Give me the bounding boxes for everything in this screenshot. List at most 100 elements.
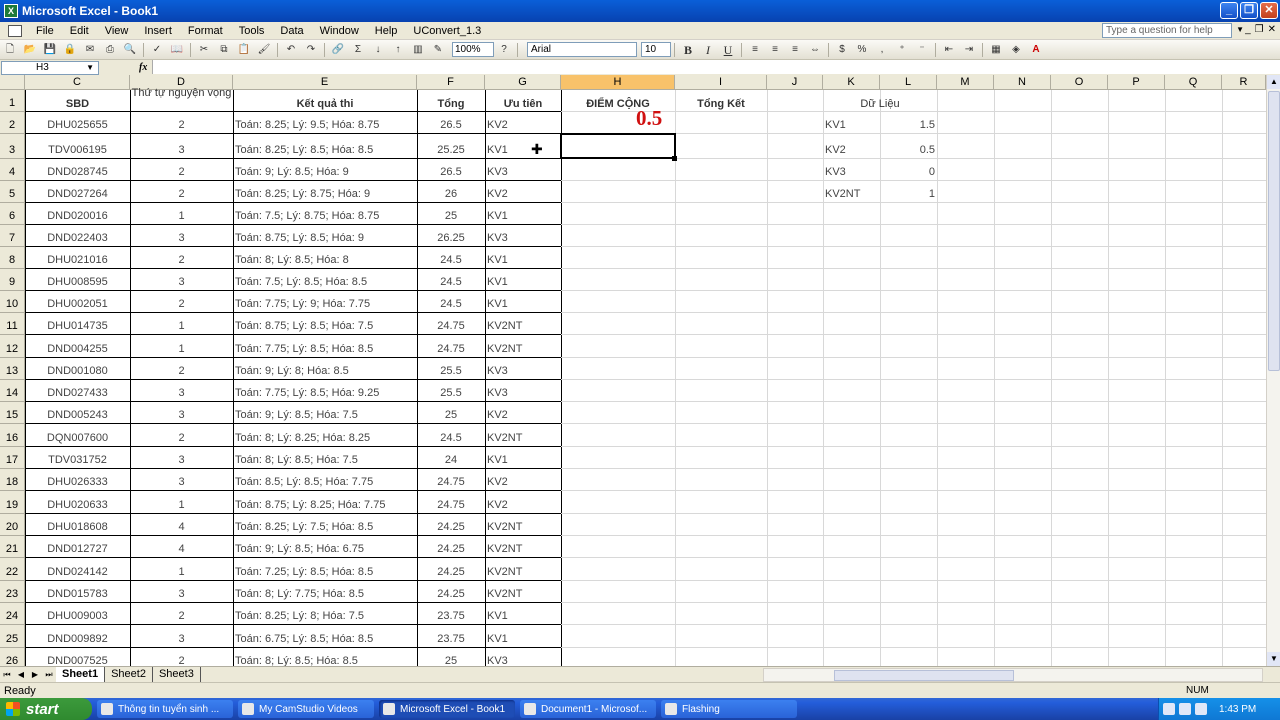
- format-painter-icon[interactable]: 🖌: [256, 43, 272, 57]
- lookup-value[interactable]: 1.5: [882, 119, 935, 133]
- lookup-value[interactable]: 1: [882, 188, 935, 202]
- cell-sbd[interactable]: DHU025655: [27, 119, 128, 133]
- zoom-select[interactable]: 100%: [452, 42, 494, 57]
- cell-sbd[interactable]: DHU020633: [27, 499, 128, 513]
- row-header[interactable]: 3: [0, 134, 25, 159]
- column-header-6[interactable]: I: [675, 75, 767, 90]
- row-header[interactable]: 20: [0, 514, 25, 536]
- cell-uu-tien[interactable]: KV2NT: [487, 343, 559, 357]
- font-color-icon[interactable]: A: [1028, 43, 1044, 57]
- column-header-4[interactable]: G: [485, 75, 561, 90]
- row-header[interactable]: 13: [0, 358, 25, 380]
- cell-uu-tien[interactable]: KV2NT: [487, 543, 559, 557]
- lookup-value[interactable]: 0: [882, 166, 935, 180]
- start-button[interactable]: start: [0, 698, 92, 720]
- align-center-icon[interactable]: ≡: [767, 43, 783, 57]
- cell-sbd[interactable]: DND005243: [27, 409, 128, 423]
- cell-tong[interactable]: 24.5: [419, 432, 483, 446]
- menu-file[interactable]: File: [28, 25, 62, 37]
- cell-sbd[interactable]: DHU008595: [27, 276, 128, 290]
- row-header[interactable]: 7: [0, 225, 25, 247]
- column-header-11[interactable]: N: [994, 75, 1051, 90]
- menu-edit[interactable]: Edit: [62, 25, 97, 37]
- increase-indent-icon[interactable]: ⇥: [961, 43, 977, 57]
- cell-uu-tien[interactable]: KV1: [487, 454, 559, 468]
- tab-sheet1[interactable]: Sheet1: [56, 667, 106, 682]
- header-tong-ket[interactable]: Tổng Kết: [675, 98, 767, 110]
- cell-uu-tien[interactable]: KV2: [487, 188, 559, 202]
- chevron-down-icon[interactable]: ▼: [86, 62, 94, 74]
- cell-thu-tu[interactable]: 1: [132, 566, 231, 580]
- cell-ket-qua[interactable]: Toán: 8.5; Lý: 8.5; Hóa: 7.75: [235, 476, 415, 490]
- cell-thu-tu[interactable]: 2: [132, 254, 231, 268]
- hyperlink-icon[interactable]: 🔗: [330, 43, 346, 57]
- column-header-14[interactable]: Q: [1165, 75, 1222, 90]
- cell-thu-tu[interactable]: 1: [132, 320, 231, 334]
- worksheet-grid[interactable]: C D E F G H I J K L M N O P Q R 1 2 3 4 5 6 7 8 9 10 11 12 13 14 15 16 1…: [0, 75, 1266, 666]
- cell-tong[interactable]: 24.25: [419, 521, 483, 535]
- cell-tong[interactable]: 24.5: [419, 276, 483, 290]
- save-icon[interactable]: 💾: [42, 43, 58, 57]
- align-right-icon[interactable]: ≡: [787, 43, 803, 57]
- sort-ascending-icon[interactable]: ↓: [370, 43, 386, 57]
- cell-sbd[interactable]: DHU014735: [27, 320, 128, 334]
- row-header[interactable]: 21: [0, 536, 25, 558]
- cell-ket-qua[interactable]: Toán: 7.75; Lý: 9; Hóa: 7.75: [235, 298, 415, 312]
- cell-sbd[interactable]: DND027264: [27, 188, 128, 202]
- cell-thu-tu[interactable]: 3: [132, 633, 231, 647]
- row-header[interactable]: 1: [0, 90, 25, 112]
- cell-uu-tien[interactable]: KV2NT: [487, 588, 559, 602]
- row-header[interactable]: 23: [0, 581, 25, 603]
- menu-insert[interactable]: Insert: [136, 25, 180, 37]
- cell-tong[interactable]: 25.25: [419, 144, 483, 158]
- cell-ket-qua[interactable]: Toán: 8; Lý: 8.5; Hóa: 8.5: [235, 655, 415, 666]
- cell-tong[interactable]: 26.25: [419, 232, 483, 246]
- menu-help[interactable]: Help: [367, 25, 406, 37]
- decrease-indent-icon[interactable]: ⇤: [941, 43, 957, 57]
- comma-icon[interactable]: ,: [874, 43, 890, 57]
- cell-sbd[interactable]: DND007525: [27, 655, 128, 666]
- row-header[interactable]: 15: [0, 402, 25, 424]
- cell-diem-cong-value[interactable]: 0.5: [636, 106, 662, 131]
- cell-uu-tien[interactable]: KV2NT: [487, 521, 559, 535]
- column-header-9[interactable]: L: [880, 75, 937, 90]
- cell-uu-tien[interactable]: KV1: [487, 144, 559, 158]
- undo-icon[interactable]: ↶: [283, 43, 299, 57]
- row-header[interactable]: 12: [0, 335, 25, 358]
- cell-tong[interactable]: 24.75: [419, 343, 483, 357]
- minimize-button[interactable]: _: [1220, 2, 1238, 19]
- column-header-0[interactable]: C: [25, 75, 130, 90]
- lookup-key[interactable]: KV3: [825, 166, 878, 180]
- fill-color-icon[interactable]: ◈: [1008, 43, 1024, 57]
- cell-ket-qua[interactable]: Toán: 9; Lý: 8.5; Hóa: 7.5: [235, 409, 415, 423]
- next-sheet-icon[interactable]: ▶: [28, 670, 42, 679]
- cell-tong[interactable]: 24.5: [419, 254, 483, 268]
- lookup-key[interactable]: KV1: [825, 119, 878, 133]
- cell-tong[interactable]: 24.25: [419, 543, 483, 557]
- currency-icon[interactable]: $: [834, 43, 850, 57]
- cell-tong[interactable]: 25.5: [419, 387, 483, 401]
- taskbar-item-flashing[interactable]: Flashing: [661, 700, 797, 718]
- cell-ket-qua[interactable]: Toán: 8.25; Lý: 9.5; Hóa: 8.75: [235, 119, 415, 133]
- help-icon[interactable]: ?: [496, 43, 512, 57]
- cell-thu-tu[interactable]: 3: [132, 276, 231, 290]
- cell-sbd[interactable]: TDV006195: [27, 144, 128, 158]
- paste-icon[interactable]: 📋: [236, 43, 252, 57]
- help-question-input[interactable]: Type a question for help: [1102, 23, 1232, 38]
- email-icon[interactable]: ✉: [82, 43, 98, 57]
- sort-descending-icon[interactable]: ↑: [390, 43, 406, 57]
- column-header-3[interactable]: F: [417, 75, 485, 90]
- chart-wizard-icon[interactable]: ▥: [410, 43, 426, 57]
- cell-uu-tien[interactable]: KV2NT: [487, 320, 559, 334]
- last-sheet-icon[interactable]: ⏭: [42, 670, 56, 680]
- chevron-down-icon[interactable]: ▼: [1236, 25, 1244, 34]
- merge-center-icon[interactable]: ⇔: [807, 43, 823, 57]
- borders-icon[interactable]: ▦: [988, 43, 1004, 57]
- print-preview-icon[interactable]: 🔍: [122, 43, 138, 57]
- cell-sbd[interactable]: DND027433: [27, 387, 128, 401]
- workbook-menu-icon[interactable]: [8, 24, 22, 37]
- cell-uu-tien[interactable]: KV3: [487, 387, 559, 401]
- increase-decimal-icon[interactable]: ⁺: [894, 43, 910, 57]
- cell-ket-qua[interactable]: Toán: 8; Lý: 8.5; Hóa: 8: [235, 254, 415, 268]
- cell-ket-qua[interactable]: Toán: 8.75; Lý: 8.5; Hóa: 7.5: [235, 320, 415, 334]
